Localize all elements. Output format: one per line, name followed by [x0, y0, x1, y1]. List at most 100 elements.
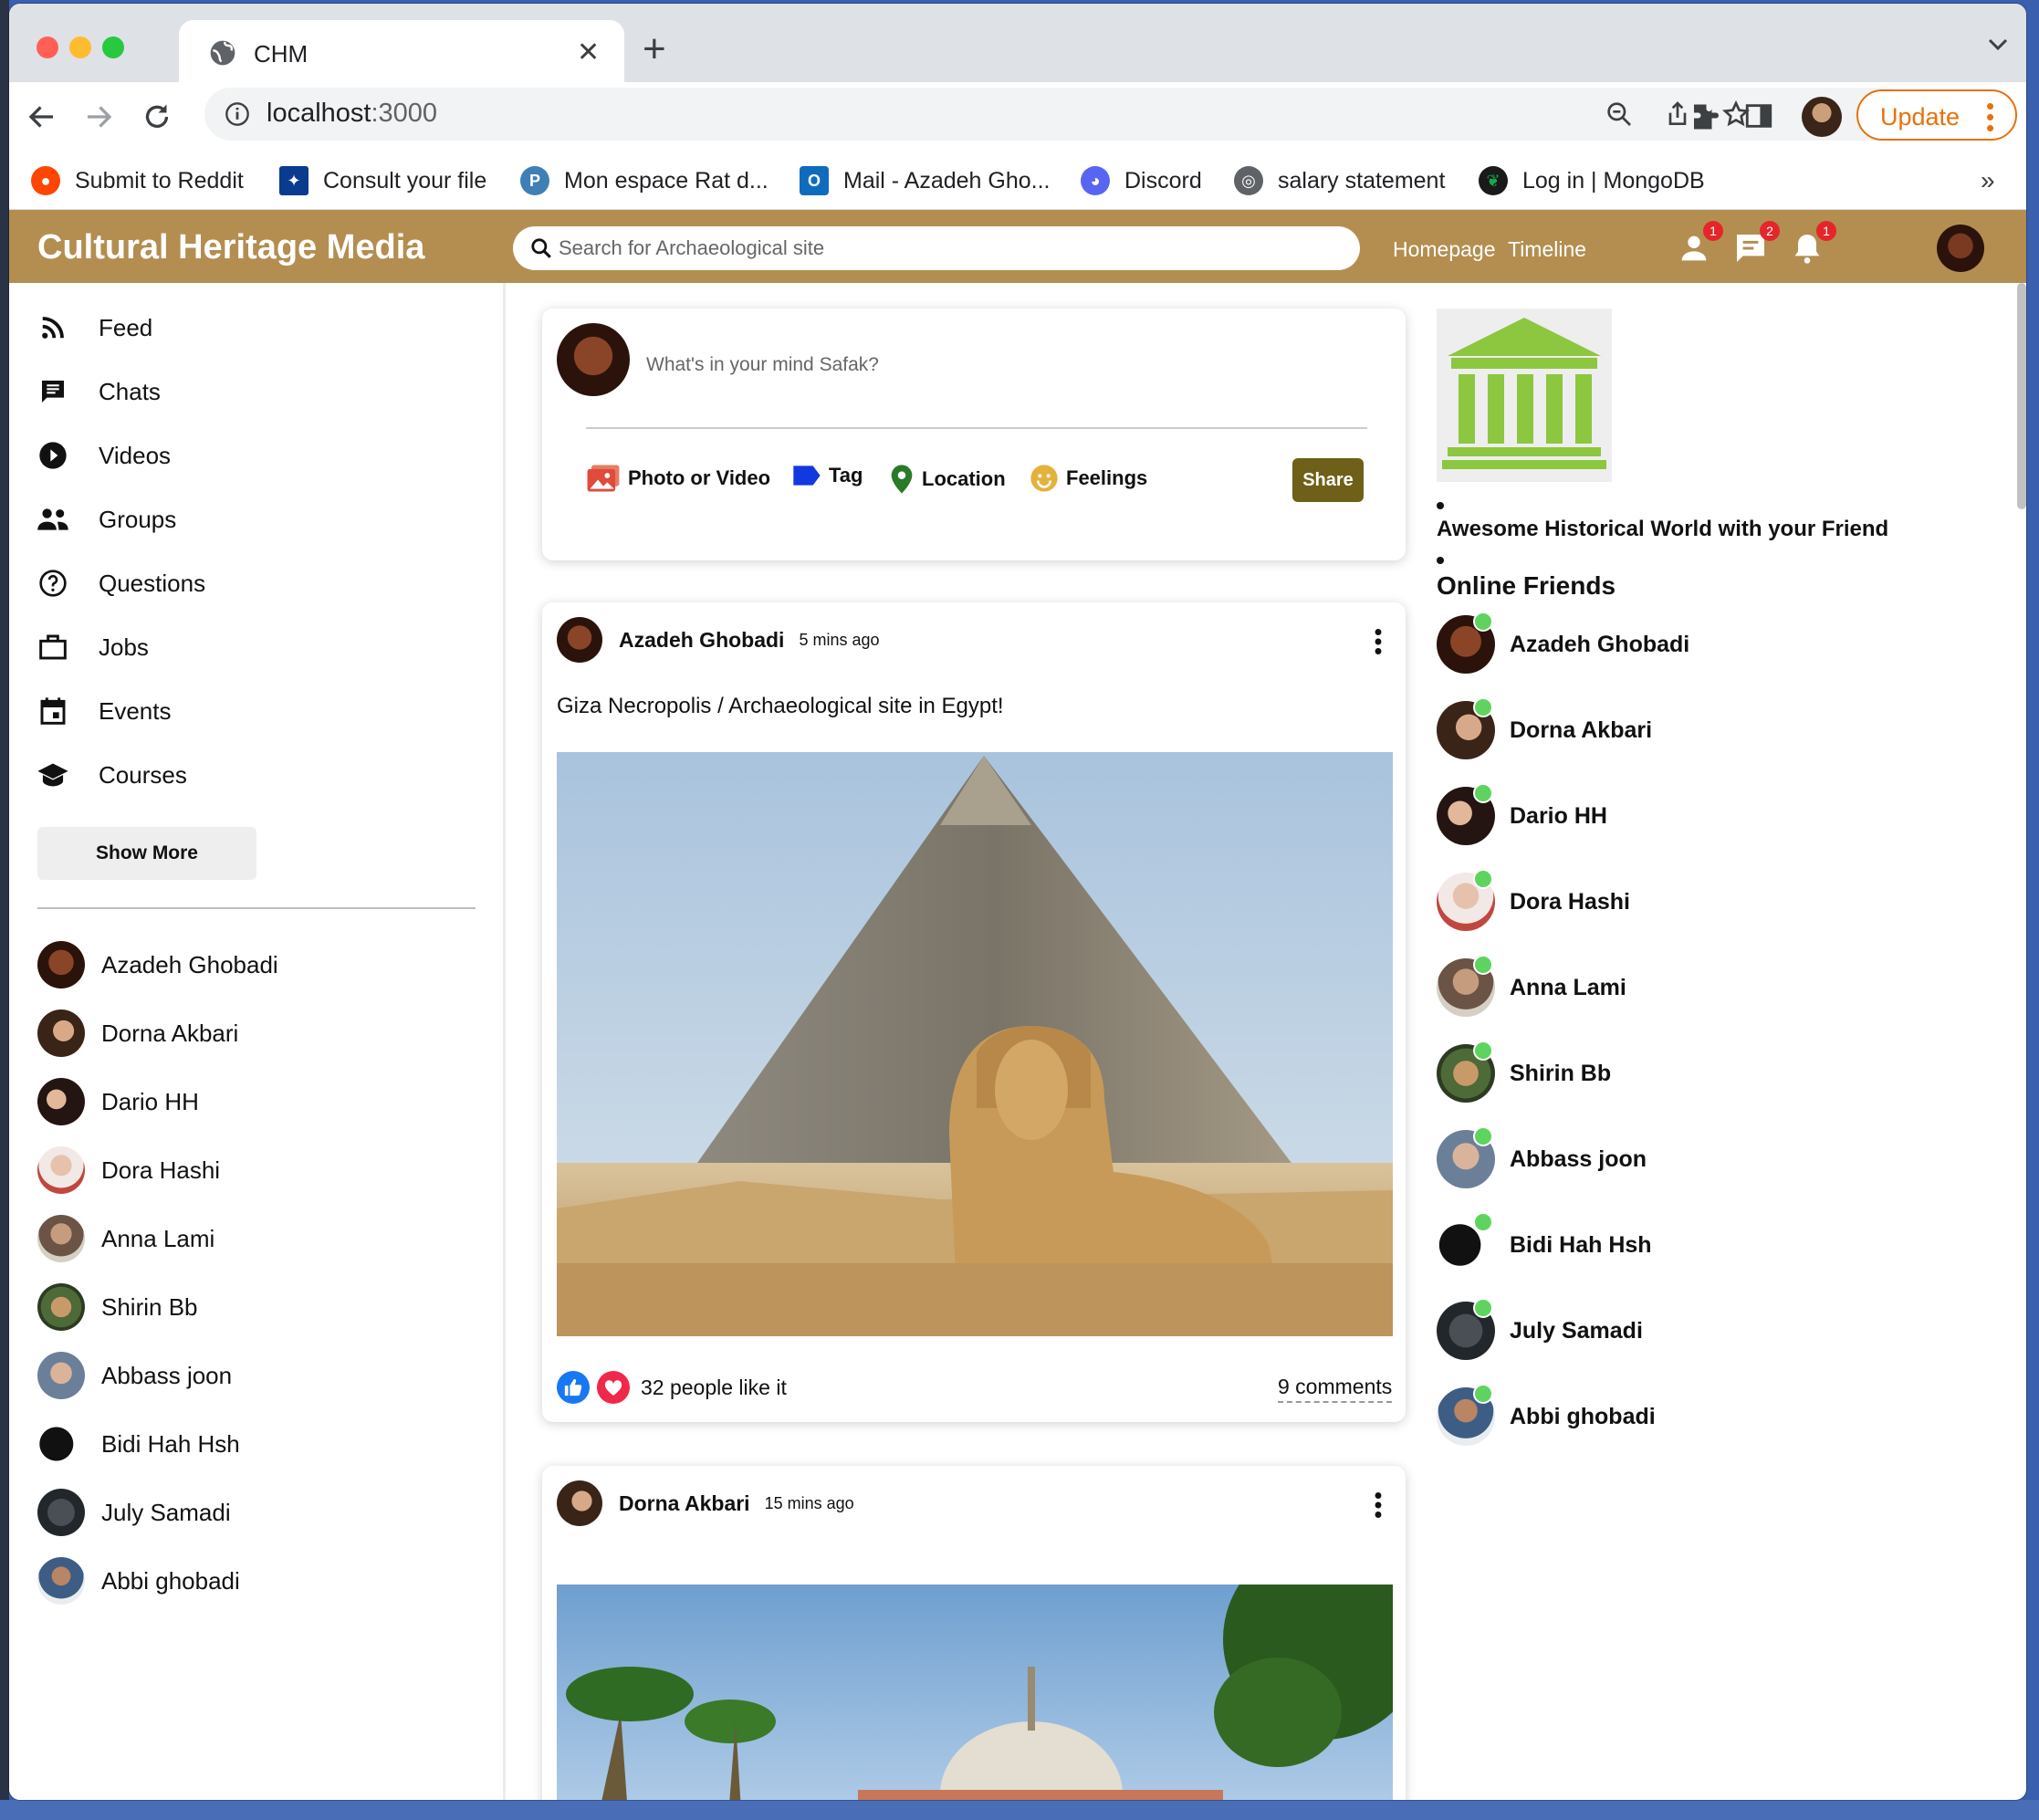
zoom-icon[interactable]	[1605, 99, 1634, 129]
bookmark-mon-espace[interactable]: P Mon espace Rat d...	[520, 162, 769, 199]
extensions-icon[interactable]	[1689, 100, 1721, 133]
tab-strip: CHM ✕ +	[9, 4, 2026, 84]
heart-icon[interactable]	[597, 1371, 630, 1404]
user-avatar[interactable]	[1937, 225, 1984, 272]
new-tab-button[interactable]: +	[643, 29, 666, 69]
browser-window: CHM ✕ + localhost:3000 Update • • • ● Submi…	[9, 4, 2026, 1800]
update-button[interactable]: Update • • •	[1856, 89, 2017, 141]
avatar	[1437, 1041, 1495, 1103]
messages-badge: 2	[1760, 221, 1780, 241]
brand-logo[interactable]: Cultural Heritage Media	[37, 228, 424, 267]
friend-requests-badge: 1	[1703, 221, 1723, 241]
minimize-window-button[interactable]	[69, 37, 91, 58]
avatar	[1437, 1298, 1495, 1360]
mongodb-icon: ❦	[1479, 166, 1508, 195]
online-status-dot	[1473, 783, 1493, 803]
calendar-icon	[37, 695, 69, 727]
post-header: Dorna Akbari 15 mins ago	[557, 1480, 854, 1526]
close-window-button[interactable]	[37, 37, 58, 58]
like-icon[interactable]	[557, 1371, 590, 1404]
reddit-icon: ●	[31, 166, 60, 195]
bookmark-consult-file[interactable]: ✦ Consult your file	[279, 162, 486, 199]
sidebar-friend[interactable]: Bidi Hah Hsh	[37, 1419, 240, 1469]
avatar[interactable]	[557, 1480, 602, 1526]
sidebar-friend[interactable]: Anna Lami	[37, 1214, 214, 1263]
location-option[interactable]: Location	[889, 464, 1006, 495]
online-friend[interactable]: Shirin Bb	[1437, 1041, 1611, 1103]
avatar[interactable]	[557, 617, 602, 663]
bookmark-mongodb[interactable]: ❦ Log in | MongoDB	[1479, 162, 1705, 199]
sidebar-friend[interactable]: Abbass joon	[37, 1351, 232, 1400]
chevron-down-icon[interactable]	[1988, 38, 2008, 51]
sidebar-friend[interactable]: July Samadi	[37, 1488, 231, 1537]
post-image-tomb[interactable]	[557, 1585, 1393, 1800]
photo-video-option[interactable]: Photo or Video	[586, 464, 770, 493]
post-time: 15 mins ago	[764, 1493, 854, 1512]
bookmark-salary[interactable]: ◎ salary statement	[1234, 162, 1445, 199]
address-bar[interactable]: localhost:3000	[204, 88, 1909, 141]
tag-option[interactable]: Tag	[792, 464, 863, 487]
back-arrow-icon[interactable]	[26, 100, 58, 133]
sidebar-item-courses[interactable]: Courses	[37, 752, 187, 798]
share-input[interactable]: What's in your mind Safak?	[646, 354, 879, 376]
browser-profile-avatar[interactable]	[1802, 97, 1842, 137]
online-friend[interactable]: Azadeh Ghobadi	[1437, 612, 1689, 674]
search-bar	[513, 226, 1360, 270]
bookmark-reddit[interactable]: ● Submit to Reddit	[31, 162, 244, 199]
online-friend[interactable]: Bidi Hah Hsh	[1437, 1212, 1652, 1274]
online-friend[interactable]: Abbi ghobadi	[1437, 1384, 1656, 1446]
sidebar-item-videos[interactable]: Videos	[37, 433, 171, 478]
search-input[interactable]	[559, 232, 1334, 265]
more-vert-icon[interactable]	[1373, 628, 1384, 655]
online-friend[interactable]: Dario HH	[1437, 783, 1607, 845]
online-friend[interactable]: Abbass joon	[1437, 1126, 1647, 1188]
post-image-giza[interactable]	[557, 752, 1393, 1336]
side-panel-icon[interactable]	[1743, 100, 1774, 131]
sidebar-item-groups[interactable]: Groups	[37, 497, 176, 542]
sidebar-item-feed[interactable]: Feed	[37, 305, 152, 350]
sidebar-friend[interactable]: Dario HH	[37, 1077, 199, 1126]
sidebar-friend[interactable]: Abbi ghobadi	[37, 1556, 240, 1606]
post-time: 5 mins ago	[799, 630, 880, 649]
page-scrollbar[interactable]	[2017, 283, 2026, 509]
sidebar-friend[interactable]: Dora Hashi	[37, 1145, 220, 1195]
sidebar-item-events[interactable]: Events	[37, 688, 172, 734]
sidebar-item-chats[interactable]: Chats	[37, 369, 161, 414]
avatar	[37, 1215, 85, 1262]
sidebar-friend[interactable]: Azadeh Ghobadi	[37, 940, 278, 989]
sidebar-item-jobs[interactable]: Jobs	[37, 624, 149, 670]
more-vert-icon[interactable]	[1373, 1491, 1384, 1519]
sidebar-friend[interactable]: Shirin Bb	[37, 1282, 198, 1332]
url-text: localhost:3000	[267, 99, 438, 128]
avatar	[1437, 1126, 1495, 1188]
active-tab[interactable]: CHM ✕	[179, 20, 624, 84]
homepage-link[interactable]: Homepage	[1393, 237, 1496, 262]
close-tab-icon[interactable]: ✕	[577, 37, 600, 68]
rightbar-tagline: Awesome Historical World with your Frien…	[1437, 517, 1889, 541]
share-button[interactable]: Share	[1292, 458, 1364, 502]
bookmark-discord[interactable]: ◕ Discord	[1081, 162, 1202, 199]
post-author[interactable]: Azadeh Ghobadi	[619, 628, 784, 653]
forward-arrow-icon[interactable]	[82, 100, 115, 133]
online-friend[interactable]: Anna Lami	[1437, 955, 1626, 1017]
post-author[interactable]: Dorna Akbari	[619, 1491, 750, 1516]
feelings-option[interactable]: Feelings	[1030, 464, 1147, 493]
show-more-button[interactable]: Show More	[37, 827, 256, 880]
online-friend[interactable]: Dora Hashi	[1437, 869, 1630, 931]
online-friend[interactable]: Dorna Akbari	[1437, 697, 1652, 759]
online-status-dot	[1473, 697, 1493, 717]
maximize-window-button[interactable]	[102, 37, 124, 58]
comments-link[interactable]: 9 comments	[1278, 1375, 1393, 1403]
reload-icon[interactable]	[141, 100, 173, 133]
bookmark-mail[interactable]: O Mail - Azadeh Gho...	[800, 162, 1051, 199]
sidebar-item-questions[interactable]: Questions	[37, 560, 205, 606]
info-icon[interactable]	[225, 101, 250, 127]
list-bullet	[1437, 502, 1444, 509]
bookmarks-overflow-button[interactable]: »	[1981, 166, 1995, 195]
timeline-link[interactable]: Timeline	[1508, 237, 1586, 262]
play-circle-icon	[37, 439, 69, 472]
globe-icon: ◎	[1234, 166, 1263, 195]
online-status-dot	[1473, 1212, 1493, 1232]
sidebar-friend[interactable]: Dorna Akbari	[37, 1009, 238, 1058]
online-friend[interactable]: July Samadi	[1437, 1298, 1643, 1360]
